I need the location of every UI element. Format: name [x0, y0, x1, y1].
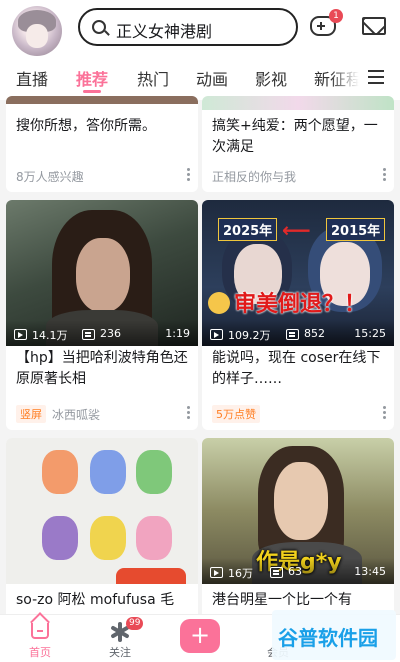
thumbnail [6, 438, 198, 584]
card-subtitle: 8万人感兴趣 [16, 170, 84, 184]
card-title: so-zo 阿松 mofufusa 毛 [16, 592, 175, 608]
watermark-text: 谷普软件园 [278, 626, 378, 650]
year-label-2015: 2015年 [326, 218, 386, 241]
duration: 13:45 [354, 565, 386, 578]
video-stats: 16万 63 13:45 [202, 558, 394, 584]
tab-film[interactable]: 影视 [255, 66, 287, 90]
thumbnail [6, 96, 198, 104]
card-title: 港台明星一个比一个有 [212, 592, 352, 608]
video-card[interactable]: 14.1万 236 1:19 【hp】当把哈利波特角色还原原著长相 竖屏 冰西呱… [6, 200, 198, 430]
nav-follow-label: 关注 [109, 646, 131, 659]
more-options-icon[interactable] [187, 406, 190, 419]
thumbnail-caption: 审美倒退？！ [234, 292, 367, 317]
nav-home-label: 首页 [29, 646, 51, 659]
mail-icon[interactable] [362, 17, 386, 35]
view-count: 109.2万 [228, 329, 271, 342]
active-tab-indicator [83, 90, 101, 93]
emoji-icon [208, 292, 230, 314]
publish-button[interactable]: + [180, 619, 220, 653]
tab-hot[interactable]: 热门 [137, 66, 169, 90]
likes-tag: 5万点赞 [212, 405, 260, 423]
tab-fade [330, 62, 366, 96]
game-badge: 1 [329, 9, 343, 23]
play-count-icon [210, 567, 223, 578]
more-options-icon[interactable] [383, 168, 386, 181]
card-title: 【hp】当把哈利波特角色还原原著长相 [16, 350, 188, 387]
follow-badge: 99 [126, 617, 144, 630]
nav-home[interactable]: 首页 [10, 617, 70, 662]
thumbnail [202, 96, 394, 110]
view-count: 14.1万 [32, 329, 68, 342]
tab-recommend[interactable]: 推荐 [76, 66, 108, 90]
danmaku-count: 236 [100, 327, 121, 340]
watermark-overlay: 谷普软件园 [272, 610, 396, 660]
card-uploader: 冰西呱裟 [52, 408, 101, 422]
play-count-icon [210, 329, 223, 340]
duration: 1:19 [165, 327, 190, 340]
more-options-icon[interactable] [187, 168, 190, 181]
card-title: 能说吗，现在 coser在线下的样子…… [212, 350, 381, 387]
view-count: 16万 [228, 567, 253, 580]
vertical-tag: 竖屏 [16, 405, 46, 423]
more-options-icon[interactable] [383, 406, 386, 419]
danmaku-icon [82, 329, 95, 340]
thumbnail: 2025年 ⟵ 2015年 审美倒退？！ 109.2万 852 15:25 [202, 200, 394, 346]
card-subtitle: 正相反的你与我 [212, 170, 297, 184]
card-title: 搜你所想，答你所需。 [16, 118, 156, 134]
duration: 15:25 [354, 327, 386, 340]
danmaku-icon [286, 329, 299, 340]
menu-icon[interactable] [368, 70, 384, 84]
danmaku-icon [270, 567, 283, 578]
video-card[interactable]: so-zo 阿松 mofufusa 毛 [6, 438, 198, 638]
video-stats: 109.2万 852 15:25 [202, 320, 394, 346]
play-count-icon [14, 329, 27, 340]
top-header: 正义女神港剧 1 直播 推荐 热门 动画 影视 新征程 [0, 0, 400, 100]
arrow-left-icon: ⟵ [282, 218, 311, 242]
danmaku-count: 63 [288, 565, 302, 578]
tab-anime[interactable]: 动画 [196, 66, 228, 90]
avatar[interactable] [12, 6, 62, 56]
danmaku-count: 852 [304, 327, 325, 340]
nav-follow[interactable]: 99 关注 [90, 617, 150, 662]
video-card[interactable]: 作是g*y 16万 63 13:45 港台明星一个比一个有 [202, 438, 394, 638]
tab-live[interactable]: 直播 [16, 66, 48, 90]
video-card[interactable]: 2025年 ⟵ 2015年 审美倒退？！ 109.2万 852 15:25 能说… [202, 200, 394, 430]
search-icon [92, 20, 106, 34]
thumbnail: 14.1万 236 1:19 [6, 200, 198, 346]
video-stats: 14.1万 236 1:19 [6, 320, 198, 346]
feed-card[interactable]: 搞笑+纯爱：两个愿望，一次满足 正相反的你与我 [202, 96, 394, 192]
category-tabs: 直播 推荐 热门 动画 影视 新征程 [0, 62, 400, 96]
thumbnail: 作是g*y 16万 63 13:45 [202, 438, 394, 584]
home-icon [31, 623, 49, 639]
card-title: 搞笑+纯爱：两个愿望，一次满足 [212, 118, 378, 155]
search-placeholder: 正义女神港剧 [116, 22, 213, 41]
year-label-2025: 2025年 [218, 218, 278, 241]
search-box[interactable]: 正义女神港剧 [78, 8, 298, 46]
feed-card[interactable]: 搜你所想，答你所需。 8万人感兴趣 [6, 96, 198, 192]
